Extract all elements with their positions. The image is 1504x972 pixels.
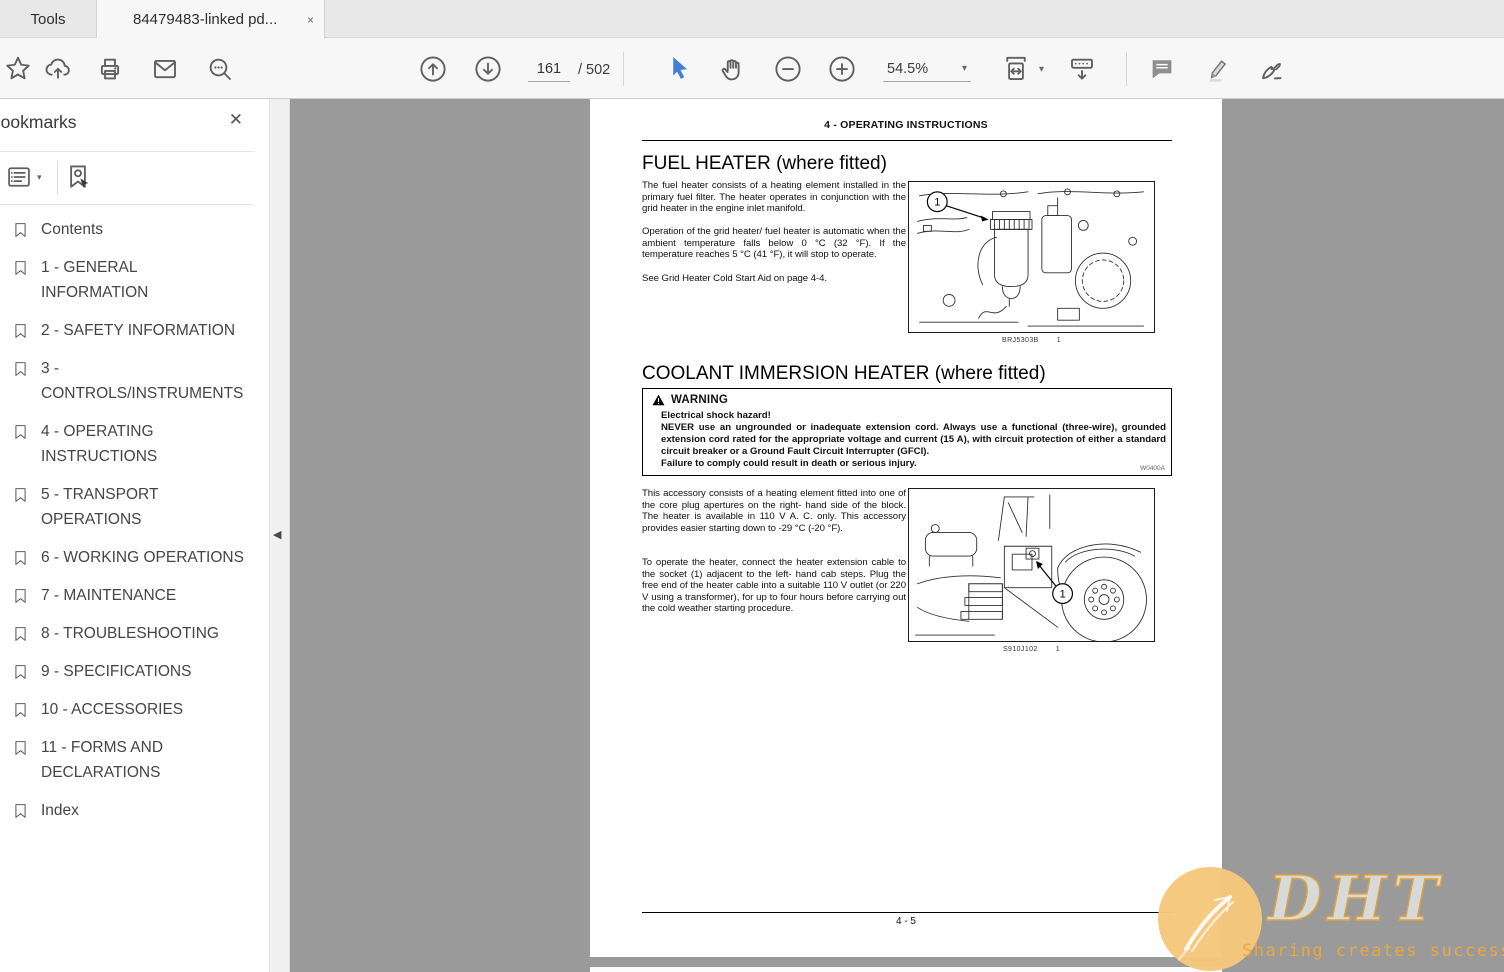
warning-code: W0400A <box>1140 465 1165 472</box>
tab-tools-label: Tools <box>30 11 65 28</box>
search-icon[interactable] <box>204 53 236 85</box>
page-number-input[interactable] <box>528 56 570 82</box>
panel-divider <box>57 161 58 195</box>
section-title-fuel-heater: FUEL HEATER (where fitted) <box>642 153 887 175</box>
next-page-edge <box>590 967 1222 972</box>
bookmark-item-troubleshooting[interactable]: 8 - TROUBLESHOOTING <box>12 621 264 646</box>
zoom-out-icon[interactable] <box>772 53 804 85</box>
main-area: Bookmarks ✕ ▾ Contents 1 - GENERAL INFOR… <box>0 99 1504 972</box>
bookmarks-panel: Bookmarks ✕ ▾ Contents 1 - GENERAL INFOR… <box>0 99 270 972</box>
bookmark-item-forms-declarations[interactable]: 11 - FORMS AND DECLARATIONS <box>12 735 264 785</box>
warning-line-1: Electrical shock hazard! <box>661 410 1166 422</box>
bookmark-list: Contents 1 - GENERAL INFORMATION 2 - SAF… <box>0 217 270 836</box>
reading-mode-icon[interactable] <box>1066 53 1098 85</box>
warning-line-3: Failure to comply could result in death … <box>661 458 1166 470</box>
favorite-star-icon[interactable] <box>2 53 34 85</box>
select-tool-icon[interactable] <box>662 53 694 85</box>
toolbar-divider <box>623 52 624 86</box>
cloud-upload-icon[interactable] <box>42 53 74 85</box>
figure-fuel-filter: 1 <box>908 181 1155 333</box>
bookmark-item-index[interactable]: Index <box>12 798 264 823</box>
footer-rule <box>642 912 1172 913</box>
pdf-page: 4 - OPERATING INSTRUCTIONS FUEL HEATER (… <box>590 99 1222 957</box>
watermark-title: DHT <box>1268 867 1444 931</box>
panel-divider <box>0 204 254 205</box>
bookmark-item-contents[interactable]: Contents <box>12 217 264 242</box>
paragraph: Operation of the grid heater/ fuel heate… <box>642 226 906 261</box>
page-total-label: / 502 <box>578 62 610 78</box>
figure-caption: S910J1021 <box>908 646 1155 653</box>
bookmarks-toolbar: ▾ <box>0 152 270 204</box>
highlighter-icon[interactable] <box>1201 53 1233 85</box>
tab-tools[interactable]: Tools <box>0 0 97 38</box>
zoom-in-icon[interactable] <box>826 53 858 85</box>
fit-width-icon[interactable] <box>1000 53 1032 85</box>
bookmark-item-operating-instructions[interactable]: 4 - OPERATING INSTRUCTIONS <box>12 419 264 469</box>
main-toolbar: / 502 54.5% ▾ ▾ <box>0 38 1504 99</box>
header-rule <box>642 140 1172 141</box>
tab-document-title: 84479483-linked pd... <box>133 11 299 28</box>
zoom-level-dropdown[interactable]: 54.5% ▾ <box>883 56 971 82</box>
bookmark-options-icon[interactable] <box>5 163 33 191</box>
chevron-down-icon: ▾ <box>37 172 42 183</box>
comment-icon[interactable] <box>1146 53 1178 85</box>
bookmark-item-controls-instruments[interactable]: 3 - CONTROLS/INSTRUMENTS <box>12 356 264 406</box>
next-page-icon[interactable] <box>472 53 504 85</box>
warning-triangle-icon <box>652 394 665 406</box>
bookmark-item-maintenance[interactable]: 7 - MAINTENANCE <box>12 583 264 608</box>
tab-document[interactable]: 84479483-linked pd... × <box>97 0 325 39</box>
previous-page-icon[interactable] <box>417 53 449 85</box>
page-number-footer: 4 - 5 <box>590 916 1222 927</box>
locate-bookmark-icon[interactable] <box>63 162 93 192</box>
bookmark-item-working-operations[interactable]: 6 - WORKING OPERATIONS <box>12 545 264 570</box>
warning-line-2: NEVER use an ungrounded or inadequate ex… <box>661 422 1166 458</box>
figure-tractor-socket: 1 <box>908 488 1155 642</box>
collapse-panel-icon[interactable]: ◀ <box>273 528 281 541</box>
callout-1: 1 <box>1060 589 1066 601</box>
close-tab-icon[interactable]: × <box>307 13 314 27</box>
bookmarks-panel-title: Bookmarks <box>0 112 77 133</box>
bookmark-item-accessories[interactable]: 10 - ACCESSORIES <box>12 697 264 722</box>
close-panel-icon[interactable]: ✕ <box>229 110 243 130</box>
paragraph: This accessory consists of a heating ele… <box>642 488 906 534</box>
section-title-coolant-heater: COOLANT IMMERSION HEATER (where fitted) <box>642 363 1046 385</box>
bookmark-item-specifications[interactable]: 9 - SPECIFICATIONS <box>12 659 264 684</box>
paragraph: The fuel heater consists of a heating el… <box>642 180 906 215</box>
print-icon[interactable] <box>94 53 126 85</box>
paragraph: To operate the heater, connect the heate… <box>642 557 906 615</box>
callout-1: 1 <box>934 197 940 209</box>
tab-bar: Tools 84479483-linked pd... × <box>0 0 1504 38</box>
hand-tool-icon[interactable] <box>717 53 749 85</box>
sidebar-splitter[interactable]: ◀ <box>270 99 290 972</box>
bookmark-item-safety-information[interactable]: 2 - SAFETY INFORMATION <box>12 318 264 343</box>
document-area[interactable]: 4 - OPERATING INSTRUCTIONS FUEL HEATER (… <box>290 99 1504 972</box>
bookmark-item-general-information[interactable]: 1 - GENERAL INFORMATION <box>12 255 264 305</box>
bookmark-item-transport-operations[interactable]: 5 - TRANSPORT OPERATIONS <box>12 482 264 532</box>
warning-box: WARNING Electrical shock hazard! NEVER u… <box>642 388 1172 476</box>
warning-label: WARNING <box>671 394 728 406</box>
watermark-subtitle: Sharing creates success <box>1242 941 1504 961</box>
toolbar-divider <box>1126 52 1127 86</box>
zoom-level-value: 54.5% <box>887 61 928 77</box>
chevron-down-icon[interactable]: ▾ <box>1039 64 1044 75</box>
paragraph: See Grid Heater Cold Start Aid on page 4… <box>642 273 906 285</box>
page-running-header: 4 - OPERATING INSTRUCTIONS <box>590 119 1222 131</box>
email-icon[interactable] <box>149 53 181 85</box>
fill-sign-icon[interactable] <box>1256 53 1288 85</box>
pdf-reader-window: Tools 84479483-linked pd... × / 50 <box>0 0 1504 972</box>
figure-caption: BRJ5303B1 <box>908 337 1155 344</box>
chevron-down-icon: ▾ <box>962 63 967 74</box>
